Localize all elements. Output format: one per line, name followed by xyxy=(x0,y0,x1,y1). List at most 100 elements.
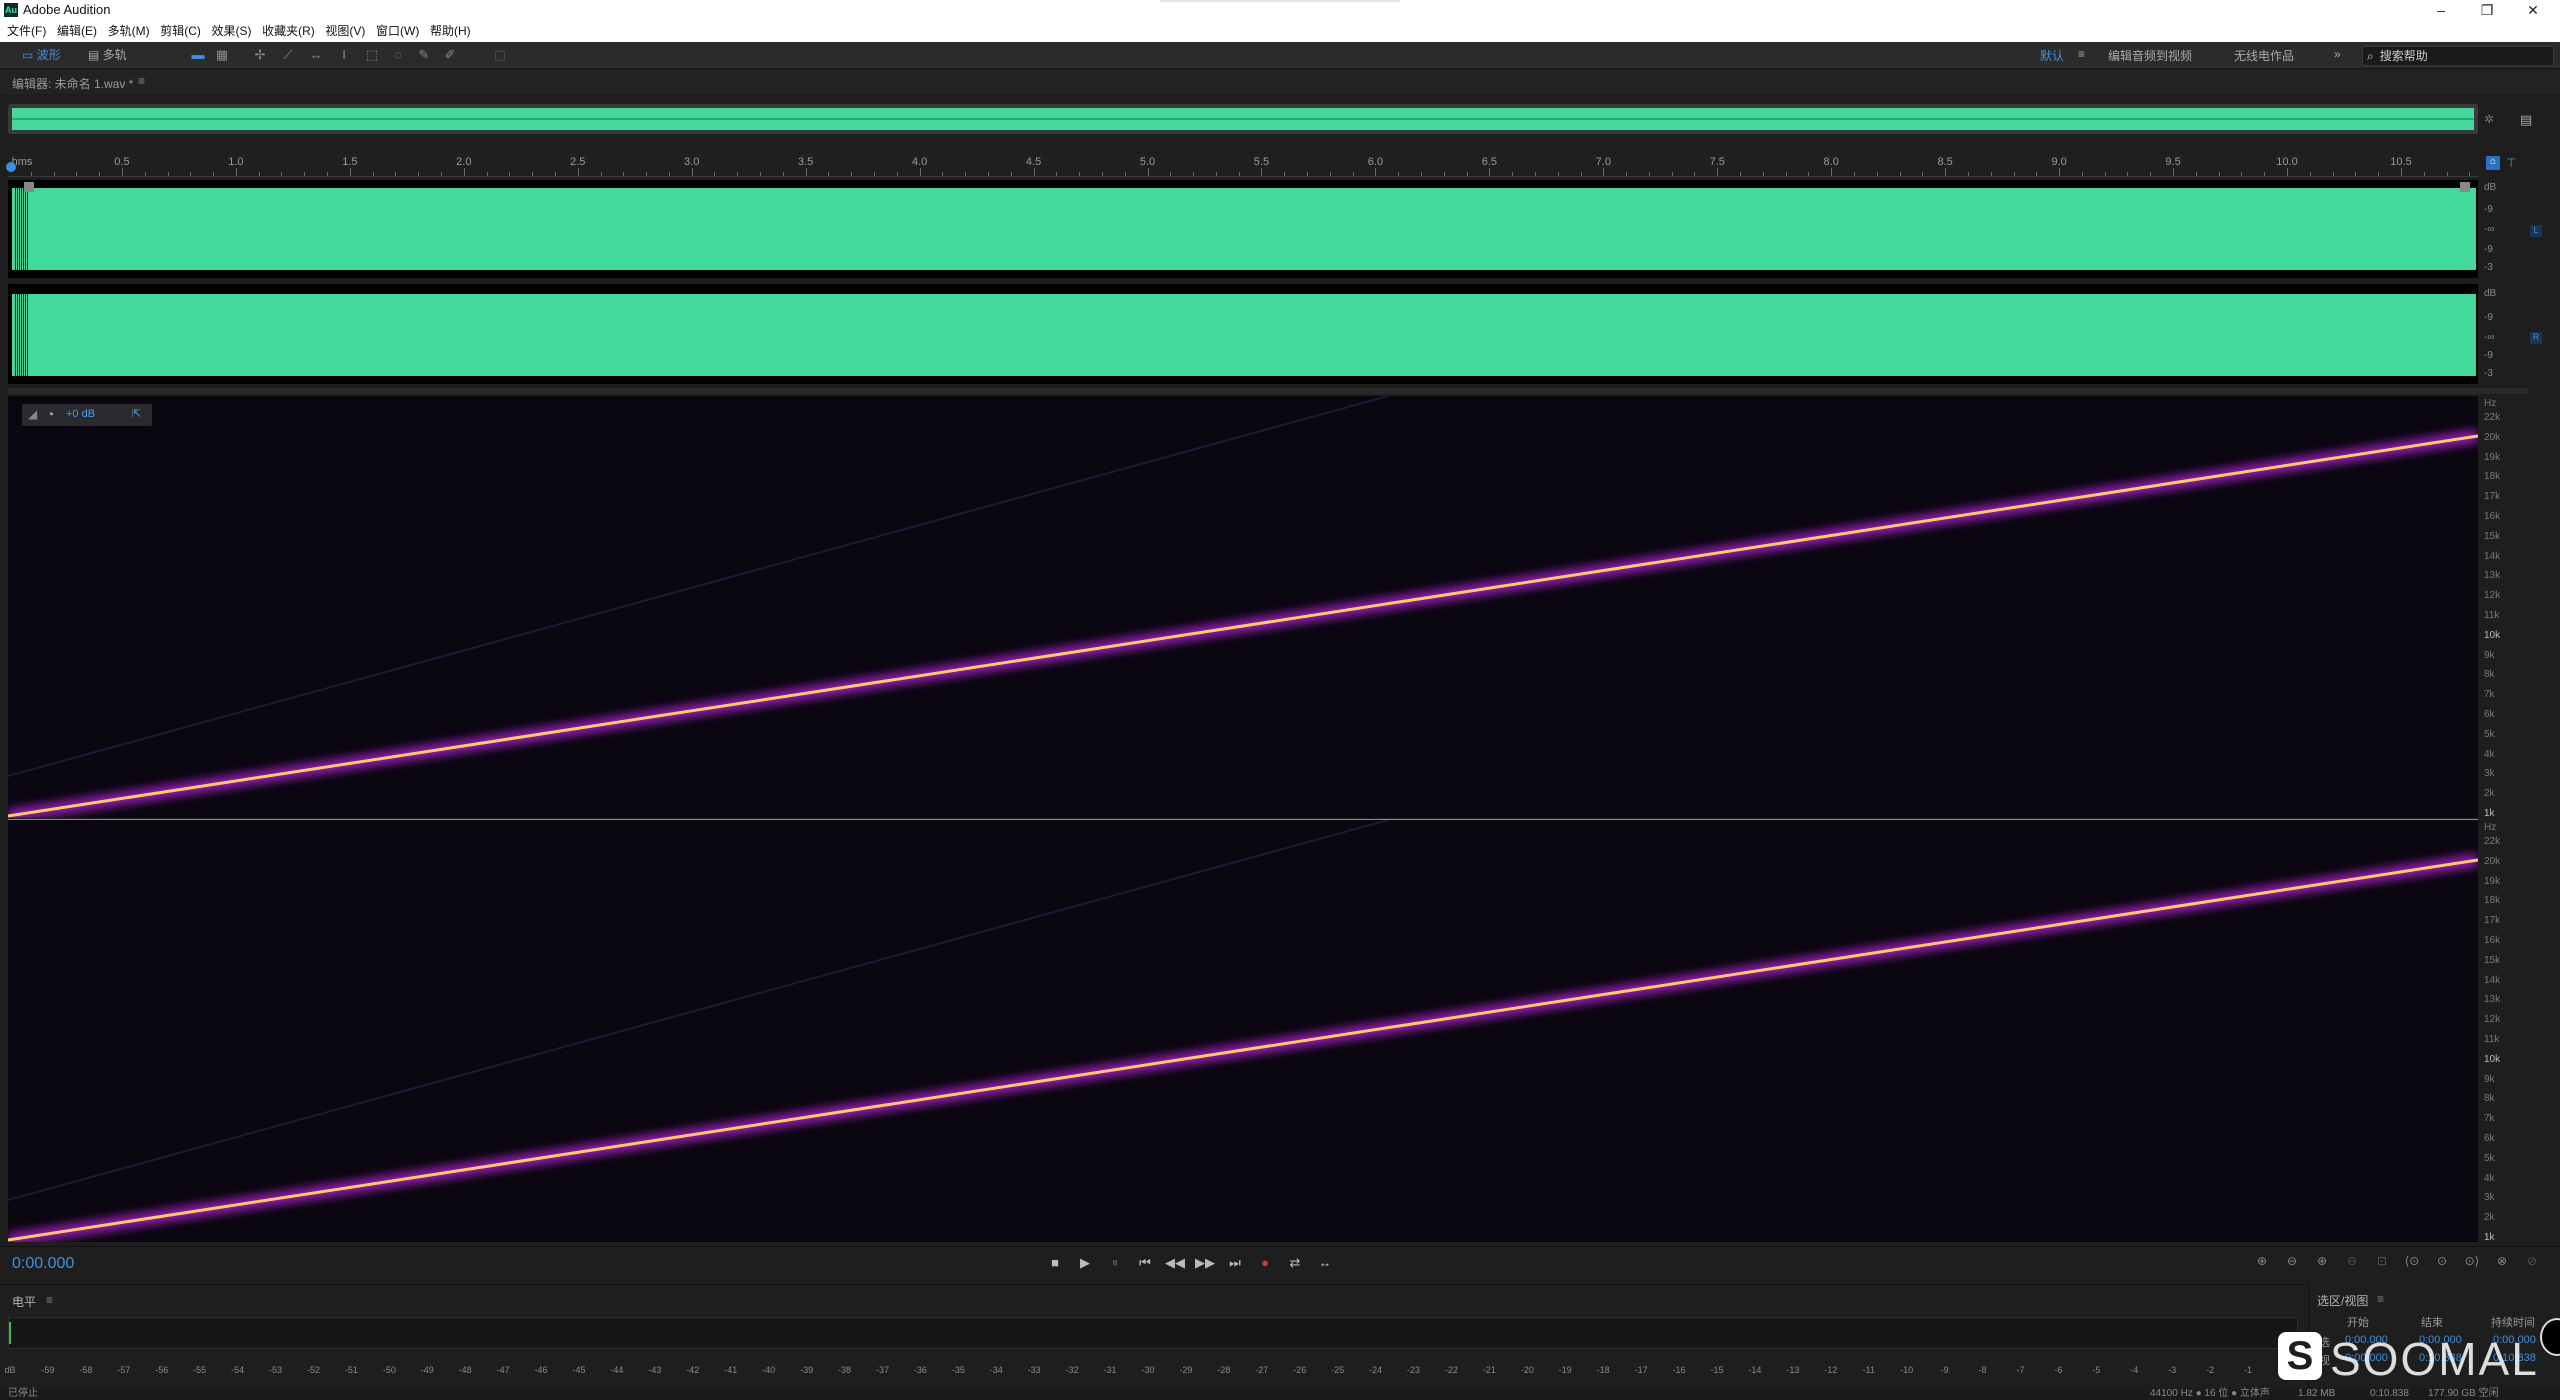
menu-file[interactable]: 文件(F) xyxy=(0,20,46,42)
go-to-end-button[interactable]: ⏭ xyxy=(1224,1253,1246,1273)
overview-options-icon[interactable]: ▤ xyxy=(2520,112,2534,127)
ruler-tick-label: 6.5 xyxy=(1481,156,1498,168)
zoom-selection-icon[interactable]: ⟨⊙ xyxy=(2402,1254,2422,1272)
waveform-channel-right[interactable] xyxy=(8,284,2478,384)
playhead-marker[interactable] xyxy=(6,162,16,172)
zoom-in-amplitude-icon[interactable]: ⊕ xyxy=(2252,1254,2272,1272)
skip-button[interactable]: ↔ xyxy=(1314,1253,1336,1273)
spectral-channel-left[interactable]: ◢ ◔ +0 dB ⇱ xyxy=(8,396,2478,818)
hud-pin-icon[interactable]: ⇱ xyxy=(132,407,141,420)
maximize-button[interactable]: ❐ xyxy=(2464,0,2510,20)
waveform-display-icon[interactable]: ▬ xyxy=(190,47,206,63)
ruler-tick xyxy=(874,172,876,176)
workspace-menu-icon[interactable]: ≡ xyxy=(2078,47,2085,61)
marquee-tool-icon[interactable]: ⬚ xyxy=(364,47,380,63)
ruler-tick xyxy=(1375,168,1377,176)
volume-handle-left[interactable] xyxy=(24,182,34,192)
level-panel-menu-icon[interactable]: ≡ xyxy=(46,1293,53,1307)
menu-help[interactable]: 帮助(H) xyxy=(423,20,471,42)
ruler-tick xyxy=(1648,172,1650,176)
workspace-edit-audio-video[interactable]: 编辑音频到视频 xyxy=(2108,47,2192,64)
meter-scale-label: -54 xyxy=(231,1365,245,1375)
zoom-reset-icon[interactable]: ⊗ xyxy=(2492,1254,2512,1272)
snap-icon[interactable]: ⌂ xyxy=(2486,156,2500,170)
ruler-tick xyxy=(760,172,762,176)
panel-menu-icon[interactable]: ≡ xyxy=(138,74,145,88)
workspaces-overflow-icon[interactable]: » xyxy=(2334,47,2341,61)
title-drag-region[interactable] xyxy=(1160,0,1400,2)
channel-left-badge[interactable]: L xyxy=(2530,225,2542,237)
ruler-tick-label: 10.5 xyxy=(2390,156,2412,168)
zoom-out-time-icon[interactable]: ⊖ xyxy=(2342,1254,2362,1272)
menu-favorites[interactable]: 收藏夹(R) xyxy=(255,20,315,42)
waveform-channel-left[interactable] xyxy=(8,180,2478,278)
zoom-out-point-icon[interactable]: ⊙⟩ xyxy=(2462,1254,2482,1272)
ruler-tick xyxy=(2195,172,2197,176)
brush-tool-icon[interactable]: ✎ xyxy=(416,47,432,63)
stop-button[interactable]: ■ xyxy=(1044,1253,1066,1273)
meter-scale-label: -19 xyxy=(1558,1365,1572,1375)
zoom-in-time-icon[interactable]: ⊕ xyxy=(2312,1254,2332,1272)
meter-scale-label: -31 xyxy=(1103,1365,1117,1375)
ruler-tick xyxy=(2355,172,2357,176)
menu-view[interactable]: 视图(V) xyxy=(318,20,365,42)
ruler-tick xyxy=(1466,172,1468,176)
hud-knob-icon[interactable]: ◔ xyxy=(46,406,54,422)
move-tool-icon[interactable]: ✢ xyxy=(252,47,268,63)
hz-label: 17k xyxy=(2484,915,2501,927)
view-splitter[interactable] xyxy=(8,388,2528,394)
zoom-full-icon[interactable]: ⊡ xyxy=(2372,1254,2392,1272)
time-ruler[interactable]: hms 0.5 1.0 1.5 2.0 2.5 3.0 3.5 4.0 4.5 5.0 5.5 6.0… xyxy=(6,154,2478,177)
loop-button[interactable]: ⇄ xyxy=(1284,1253,1306,1273)
lasso-tool-icon[interactable]: ◌ xyxy=(390,47,406,63)
meter-scale-label: -12 xyxy=(1824,1365,1838,1375)
rewind-button[interactable]: ◀◀ xyxy=(1164,1253,1186,1273)
selection-panel-menu-icon[interactable]: ≡ xyxy=(2377,1292,2384,1306)
razor-tool-icon[interactable]: ⟋ xyxy=(280,47,296,63)
spectral-display-icon[interactable]: ▦ xyxy=(214,47,230,63)
play-button[interactable]: ▶ xyxy=(1074,1253,1096,1273)
multitrack-view-button[interactable]: ▤ 多轨 xyxy=(88,46,127,64)
editor-title[interactable]: 编辑器: 未命名 1.wav * xyxy=(12,75,133,92)
waveform-right-fill xyxy=(12,294,2476,376)
meter-scale-label: -5 xyxy=(2092,1365,2101,1375)
menu-window[interactable]: 窗口(W) xyxy=(369,20,419,42)
record-button[interactable]: ● xyxy=(1254,1253,1276,1273)
meter-scale-label: -51 xyxy=(344,1365,358,1375)
zoom-handle-icon[interactable]: ✲ xyxy=(2484,112,2498,126)
menu-edit[interactable]: 编辑(E) xyxy=(50,20,97,42)
spectral-channel-right[interactable] xyxy=(8,820,2478,1242)
hz-label: 13k xyxy=(2484,994,2501,1006)
spot-healing-tool-icon[interactable]: ✐ xyxy=(442,47,458,63)
menu-effects[interactable]: 效果(S) xyxy=(205,20,252,42)
ruler-tick xyxy=(76,172,78,176)
fast-forward-button[interactable]: ▶▶ xyxy=(1194,1253,1216,1273)
waveform-view-button[interactable]: ▭ 波形 xyxy=(22,46,61,64)
time-selection-tool-icon[interactable]: I xyxy=(336,47,352,63)
overview-zoom-bar[interactable] xyxy=(8,104,2478,134)
pause-button[interactable]: ⏸ xyxy=(1104,1253,1126,1273)
minimize-button[interactable]: – xyxy=(2418,0,2464,20)
hud-gain-control[interactable]: ◢ ◔ +0 dB ⇱ xyxy=(22,404,152,426)
zoom-out-amplitude-icon[interactable]: ⊖ xyxy=(2282,1254,2302,1272)
help-search-input[interactable]: ⌕ 搜索帮助 xyxy=(2362,46,2554,66)
channel-right-badge[interactable]: R xyxy=(2530,332,2542,344)
workspace-radio-production[interactable]: 无线电作品 xyxy=(2234,47,2294,64)
workspace-default[interactable]: 默认 xyxy=(2040,47,2064,64)
close-button[interactable]: ✕ xyxy=(2510,0,2556,20)
volume-handle-right[interactable] xyxy=(2460,182,2470,192)
meter-scale-label: -18 xyxy=(1596,1365,1610,1375)
window-title: Adobe Audition xyxy=(23,2,111,17)
hz-label: 3k xyxy=(2484,768,2495,780)
current-time-display[interactable]: 0:00.000 xyxy=(12,1255,74,1273)
pin-icon[interactable]: ⊤ xyxy=(2506,156,2520,170)
slip-tool-icon[interactable]: ↔ xyxy=(308,47,324,63)
zoom-extra-icon[interactable]: ⊘ xyxy=(2522,1254,2542,1272)
menu-clip[interactable]: 剪辑(C) xyxy=(153,20,201,42)
go-to-start-button[interactable]: ⏮ xyxy=(1134,1253,1156,1273)
menu-multitrack[interactable]: 多轨(M) xyxy=(101,20,150,42)
meter-scale-label: -16 xyxy=(1672,1365,1686,1375)
meter-scale-label: -24 xyxy=(1369,1365,1383,1375)
zoom-in-point-icon[interactable]: ⊙ xyxy=(2432,1254,2452,1272)
ruler-tick-label: 9.0 xyxy=(2051,156,2067,168)
